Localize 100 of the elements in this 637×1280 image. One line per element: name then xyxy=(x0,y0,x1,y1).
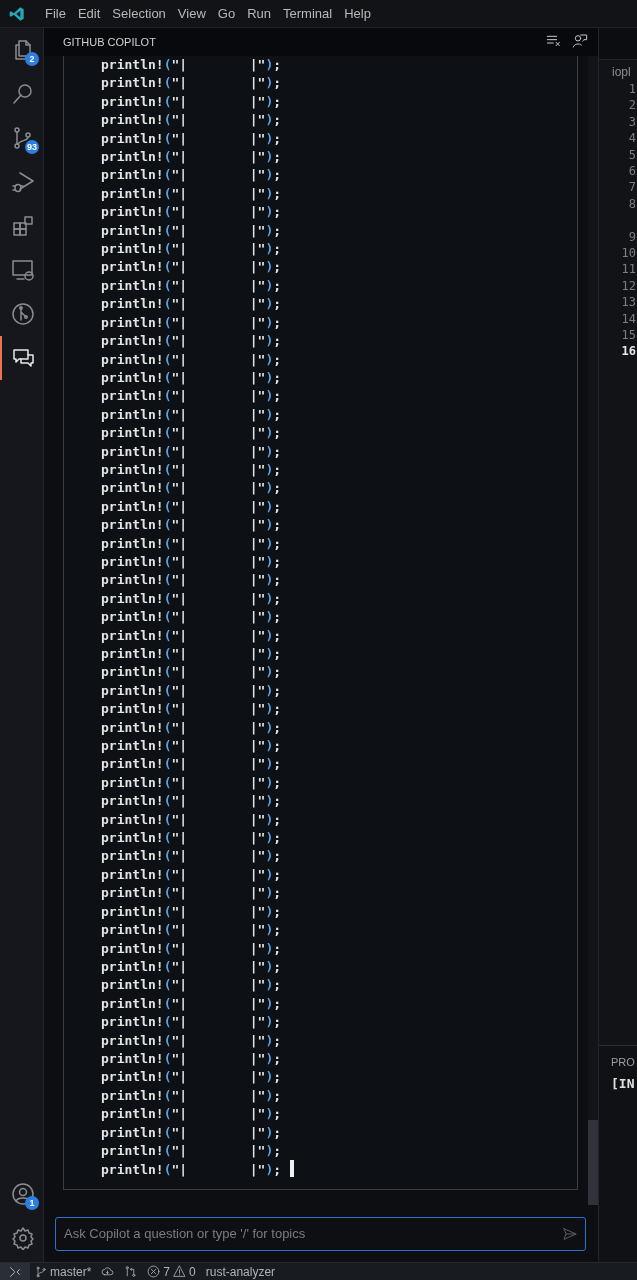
error-icon xyxy=(147,1265,161,1278)
code-line: println!("| |"); xyxy=(101,994,282,1013)
menu-item[interactable]: View xyxy=(171,6,212,21)
code-line: println!("| |"); xyxy=(101,1013,282,1032)
code-line: println!("| |"); xyxy=(101,773,282,792)
clear-list-icon xyxy=(546,33,562,49)
cloud-sync-icon xyxy=(101,1265,115,1278)
code-line: println!("| |"); xyxy=(101,663,282,682)
code-line: println!("| |"); xyxy=(101,497,282,516)
code-line: println!("| |"); xyxy=(101,92,282,111)
code-line: println!("| |"); xyxy=(101,847,282,866)
line-number: 5 xyxy=(628,146,637,164)
code-line: println!("| |"); xyxy=(101,295,282,314)
code-line: println!("| |"); xyxy=(101,1031,282,1050)
branch-icon xyxy=(35,1265,47,1278)
code-line: println!("| |"); xyxy=(101,166,282,185)
line-number: 4 xyxy=(628,130,637,147)
code-line: println!("| |"); xyxy=(101,203,282,222)
line-number: 16 xyxy=(621,343,637,360)
play-bug-icon xyxy=(10,170,35,194)
count-badge: 1 xyxy=(25,1196,39,1210)
code-line: println!("| |"); xyxy=(101,1068,282,1087)
code-line: println!("| |"); xyxy=(101,240,282,259)
code-line: println!("| |"); xyxy=(101,424,282,443)
line-number: 10 xyxy=(621,245,637,262)
code-line: println!("| |"); xyxy=(101,681,282,700)
code-line: println!("| |"); xyxy=(101,350,282,369)
menu-item[interactable]: File xyxy=(39,6,72,21)
line-number: 12 xyxy=(621,277,637,295)
menu-item[interactable]: Edit xyxy=(71,6,107,21)
code-line: println!("| |"); xyxy=(101,276,282,295)
monitor-icon xyxy=(10,258,35,282)
code-line: println!("| |"); xyxy=(101,810,282,829)
code-line: println!("| |"); xyxy=(101,645,282,663)
panel-title: GITHUB COPILOT xyxy=(63,36,157,48)
activity-tab[interactable]: 1 xyxy=(0,1172,43,1216)
panel-tab[interactable]: PRO xyxy=(611,1056,635,1068)
code-line: println!("| |"); xyxy=(101,921,282,940)
code-line: println!("| |"); xyxy=(101,56,282,74)
code-line: println!("| |"); xyxy=(101,313,282,332)
chat-input-field[interactable]: Ask Copilot a question or type '/' for topics xyxy=(55,1216,586,1251)
code-line: println!("| |"); xyxy=(101,1105,282,1124)
line-number: 3 xyxy=(628,113,637,131)
code-line: println!("| |"); xyxy=(101,368,282,387)
line-number: 8 xyxy=(628,195,637,213)
line-number: 9 xyxy=(628,228,637,246)
code-line: println!("| |"); xyxy=(101,184,282,203)
code-line: println!("| |"); xyxy=(101,976,282,995)
code-line: println!("| |"); xyxy=(101,552,282,571)
code-line: println!("| |"); xyxy=(101,1086,282,1105)
app-logo-icon xyxy=(9,5,25,22)
breadcrumb[interactable]: iopl xyxy=(599,64,637,80)
warning-icon xyxy=(173,1265,187,1278)
code-line: println!("| |"); xyxy=(101,755,282,774)
code-line: println!("| |"); xyxy=(101,460,282,479)
code-line: println!("| |"); xyxy=(101,902,282,921)
menu-item[interactable]: Go xyxy=(211,6,242,21)
code-line: println!("| |"); xyxy=(101,884,282,903)
code-line: println!("| |"); xyxy=(101,718,282,737)
line-number: 2 xyxy=(628,97,637,114)
language-server-status[interactable]: rust-analyzer xyxy=(200,1264,281,1279)
code-line: println!("| |"); xyxy=(101,1049,282,1068)
count-badge: 2 xyxy=(25,52,39,66)
remote-icon xyxy=(9,1265,21,1278)
line-number: 11 xyxy=(621,261,637,278)
code-line: println!("| |"); xyxy=(101,479,282,498)
line-number: 14 xyxy=(621,310,637,328)
chat-icon xyxy=(10,346,35,370)
code-line: println!("| |"); xyxy=(101,589,282,608)
branch-button[interactable]: master* xyxy=(30,1264,97,1279)
send-icon xyxy=(562,1225,578,1242)
code-line: println!("| |"); xyxy=(101,516,282,535)
code-line: println!("| |"); xyxy=(101,332,282,351)
code-line: println!("| |"); xyxy=(101,405,282,424)
menu-item[interactable]: Terminal xyxy=(277,6,339,21)
code-line: println!("| |"); xyxy=(101,939,282,958)
line-number: 15 xyxy=(621,327,637,344)
code-line: println!("| |"); xyxy=(101,700,282,719)
remote-button[interactable] xyxy=(0,1263,30,1280)
code-line: println!("| |"); xyxy=(101,865,282,884)
code-line: println!("| |"); xyxy=(101,129,282,148)
code-line: println!("| |"); xyxy=(101,571,282,590)
search-icon xyxy=(10,82,35,106)
code-line: println!("| |"); xyxy=(101,74,282,93)
code-line: println!("| |"); xyxy=(101,737,282,756)
menu-item[interactable]: Help xyxy=(338,6,377,21)
person-chat-icon xyxy=(572,33,588,49)
code-line: println!("| |"); xyxy=(101,1141,282,1160)
code-line: println!("| |"); xyxy=(101,442,282,461)
code-line: println!("| |"); xyxy=(101,1123,282,1142)
code-line: println!("| |"); xyxy=(101,626,282,645)
scrollbar-thumb[interactable] xyxy=(588,1120,598,1205)
code-line: println!("| |"); xyxy=(101,534,282,553)
code-line: println!("| |"); xyxy=(101,608,282,627)
menu-item[interactable]: Run xyxy=(241,6,277,21)
activity-tab[interactable]: 93 xyxy=(0,116,43,160)
activity-tab[interactable]: 2 xyxy=(0,28,43,72)
code-line: println!("| |"); xyxy=(101,829,282,848)
problems-button[interactable]: 7 0 xyxy=(142,1264,201,1279)
menu-item[interactable]: Selection xyxy=(106,6,172,21)
